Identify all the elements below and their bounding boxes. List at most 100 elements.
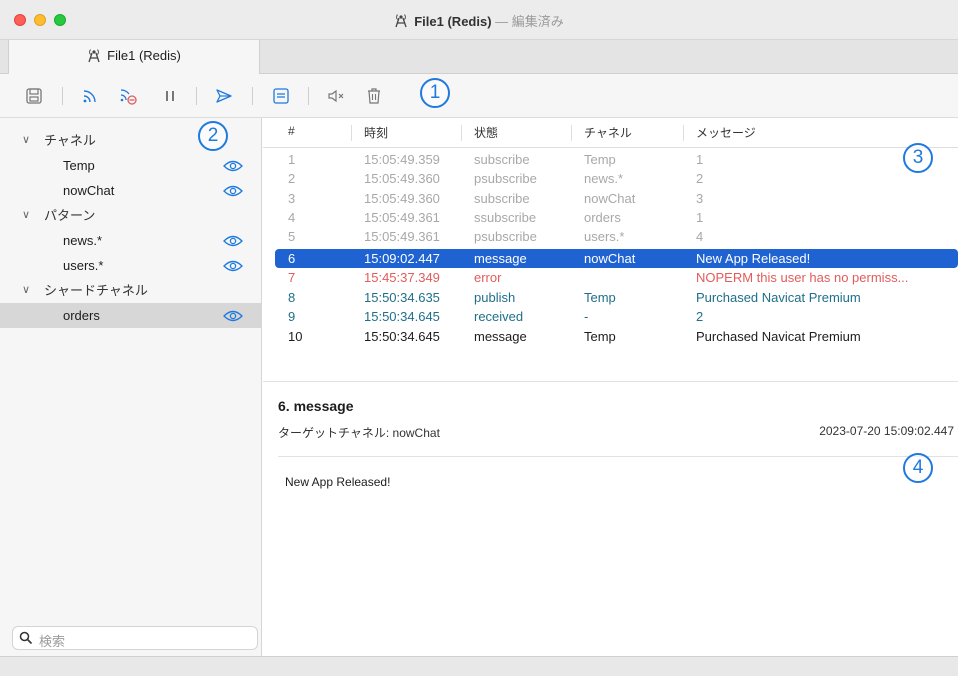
cell-time: 15:05:49.360	[364, 171, 440, 187]
sidebar-item-news[interactable]: news.*	[0, 228, 262, 253]
cell-number: 7	[288, 270, 296, 285]
sidebar-item-label: nowChat	[63, 183, 115, 198]
chevron-down-icon: ∨	[22, 284, 31, 296]
table-row[interactable]: 1 15:05:49.359 subscribe Temp 1	[275, 150, 958, 169]
table-row-selected[interactable]: 6 15:09:02.447 message nowChat New App Relea…	[275, 248, 958, 268]
sidebar-item-nowchat[interactable]: nowChat	[0, 178, 262, 203]
cell-number: 5	[288, 229, 296, 245]
cell-message: New App Released!	[696, 250, 811, 266]
table-row[interactable]: 5 15:05:49.361 psubscribe users.* 4	[275, 227, 958, 246]
cell-channel: nowChat	[584, 250, 636, 266]
annotation-marker-4: 4	[903, 453, 933, 483]
cell-channel: Temp	[584, 289, 616, 305]
cell-state: ssubscribe	[474, 209, 537, 225]
column-header-message[interactable]: メッセージ	[696, 124, 756, 141]
annotation-marker-2: 2	[198, 121, 228, 151]
column-divider[interactable]	[683, 125, 684, 141]
cell-channel: orders	[584, 209, 621, 225]
send-icon[interactable]	[214, 86, 234, 106]
eye-icon[interactable]	[223, 234, 243, 248]
cell-message: 2	[696, 171, 704, 187]
cell-message: 2	[696, 309, 704, 324]
table-row[interactable]: 8 15:50:34.635 publish Temp Purchased Navica…	[275, 288, 958, 307]
sidebar-item-temp[interactable]: Temp	[0, 153, 262, 178]
cell-message: Purchased Navicat Premium	[696, 289, 861, 305]
document-icon[interactable]	[271, 86, 291, 106]
save-icon[interactable]	[24, 86, 44, 106]
sidebar-item-label: Temp	[63, 158, 95, 173]
cell-number: 4	[288, 209, 296, 225]
cell-state: psubscribe	[474, 229, 537, 245]
sidebar-item-orders[interactable]: orders	[0, 303, 262, 328]
cell-state: subscribe	[474, 152, 530, 167]
tab-file1-redis[interactable]: File1 (Redis)	[8, 40, 260, 74]
sidebar-group-shard-channels[interactable]: ∨ シャードチャネル	[0, 278, 262, 303]
column-divider[interactable]	[461, 125, 462, 141]
radio-tower-icon	[395, 14, 407, 28]
table-row[interactable]: 4 15:05:49.361 ssubscribe orders 1	[275, 208, 958, 227]
cell-message: 1	[696, 209, 704, 225]
cell-number: 3	[288, 190, 296, 206]
annotation-marker-1: 1	[420, 78, 450, 108]
sidebar-item-users[interactable]: users.*	[0, 253, 262, 278]
sidebar-item-label: news.*	[63, 233, 103, 248]
subscribe-icon[interactable]	[80, 86, 100, 106]
table-row[interactable]: 7 15:45:37.349 error NOPERM this user has n…	[275, 268, 958, 287]
sidebar-group-patterns[interactable]: ∨ パターン	[0, 203, 262, 228]
detail-timestamp: 2023-07-20 15:09:02.447	[819, 424, 954, 438]
cell-time: 15:05:49.360	[364, 190, 440, 206]
table-row[interactable]: 10 15:50:34.645 message Temp Purchased Navic…	[275, 327, 958, 346]
eye-icon[interactable]	[223, 184, 243, 198]
toolbar-divider	[308, 87, 309, 105]
status-bar	[0, 656, 958, 676]
pause-icon[interactable]	[160, 86, 180, 106]
cell-channel: users.*	[584, 229, 625, 245]
search-icon	[19, 631, 33, 645]
column-divider[interactable]	[351, 125, 352, 141]
mute-icon[interactable]	[326, 86, 346, 106]
cell-time: 15:50:34.635	[364, 289, 440, 305]
cell-time: 15:09:02.447	[364, 250, 440, 266]
trash-icon[interactable]	[364, 86, 384, 106]
column-header-channel[interactable]: チャネル	[584, 124, 632, 141]
cell-number: 1	[288, 152, 296, 167]
column-header-number[interactable]: #	[288, 124, 295, 138]
unsubscribe-icon[interactable]	[118, 86, 138, 106]
window-title: File1 (Redis) — 編集済み	[0, 11, 958, 30]
cell-message: Purchased Navicat Premium	[696, 328, 861, 344]
cell-channel: news.*	[584, 171, 624, 187]
toolbar-divider	[196, 87, 197, 105]
message-table-header: # 時刻 状態 チャネル メッセージ	[263, 118, 958, 148]
cell-message: NOPERM this user has no permiss...	[696, 270, 909, 285]
eye-icon[interactable]	[223, 259, 243, 273]
cell-time: 15:50:34.645	[364, 309, 440, 324]
table-row[interactable]: 9 15:50:34.645 received - 2	[275, 307, 958, 326]
column-divider[interactable]	[571, 125, 572, 141]
table-row[interactable]: 2 15:05:49.360 psubscribe news.* 2	[275, 169, 958, 188]
cell-number: 6	[288, 250, 296, 266]
eye-icon[interactable]	[223, 309, 243, 323]
window-title-text: File1 (Redis)	[414, 14, 492, 29]
cell-channel: -	[584, 309, 589, 324]
sidebar-item-label: users.*	[63, 258, 104, 273]
cell-number: 8	[288, 289, 296, 305]
column-header-time[interactable]: 時刻	[364, 124, 388, 141]
detail-message-body: New App Released!	[285, 475, 391, 489]
cell-channel: Temp	[584, 328, 616, 344]
detail-divider[interactable]	[263, 381, 958, 382]
sidebar-group-label: シャードチャネル	[44, 283, 148, 298]
eye-icon[interactable]	[223, 159, 243, 173]
cell-number: 9	[288, 309, 296, 324]
toolbar-divider	[62, 87, 63, 105]
toolbar-divider	[252, 87, 253, 105]
detail-body-divider	[278, 456, 958, 457]
sidebar-item-label: orders	[63, 308, 100, 323]
search-input[interactable]: 検索	[12, 626, 258, 650]
column-header-state[interactable]: 状態	[474, 124, 498, 141]
window-edited-status: — 編集済み	[491, 14, 564, 29]
tab-label: File1 (Redis)	[107, 48, 181, 63]
table-row[interactable]: 3 15:05:49.360 subscribe nowChat 3	[275, 189, 958, 208]
cell-state: message	[474, 328, 527, 344]
cell-state: publish	[474, 289, 516, 305]
cell-time: 15:50:34.645	[364, 328, 440, 344]
